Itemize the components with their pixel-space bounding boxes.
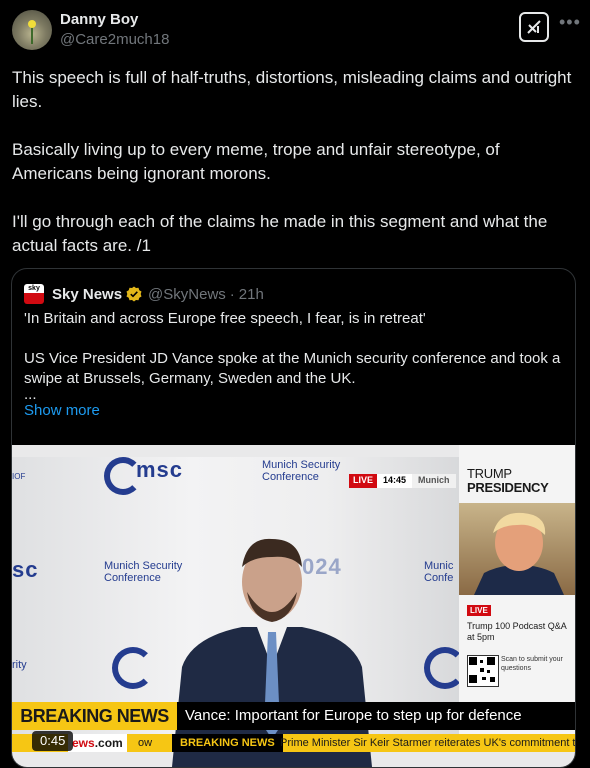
live-time: 14:45 xyxy=(377,474,413,488)
msc-subtitle-right: Munic Confe xyxy=(424,560,454,584)
panel-title-line-2: PRESIDENCY xyxy=(467,480,549,495)
video-duration: 0:45 xyxy=(32,731,74,751)
live-location: Munich xyxy=(412,474,456,488)
trump-presidency-panel: TRUMP PRESIDENCY LIVE Trump 100 Podcast … xyxy=(459,445,575,745)
quoted-separator: · xyxy=(229,285,235,303)
quoted-ellipsis: ... xyxy=(24,386,37,403)
breaking-news-bar: BREAKING NEWS Vance: Important for Europ… xyxy=(12,702,575,730)
avatar[interactable] xyxy=(12,10,52,50)
ticker-sky-text: .com xyxy=(94,736,123,750)
breaking-news-label: BREAKING NEWS xyxy=(12,702,177,730)
flower-icon xyxy=(28,20,36,28)
quoted-handle[interactable]: @SkyNews xyxy=(148,286,226,303)
trump-portrait-figure xyxy=(474,512,564,595)
panel-text: Trump 100 Podcast Q&A at 5pm xyxy=(467,621,567,642)
side-fragment-1: IOF xyxy=(12,472,26,481)
breaking-news-headline: Vance: Important for Europe to step up f… xyxy=(185,707,522,724)
tweet-paragraph-2: Basically living up to every meme, trope… xyxy=(12,140,500,183)
sky-news-logo[interactable]: sky xyxy=(24,284,44,304)
qr-pattern xyxy=(469,657,495,683)
tweet-paragraph-3: I'll go through each of the claims he ma… xyxy=(12,212,548,255)
author-name[interactable]: Danny Boy xyxy=(60,11,138,28)
ticker-now: ow xyxy=(138,737,153,749)
ticker-text: Prime Minister Sir Keir Starmer reiterat… xyxy=(280,737,576,749)
quoted-tweet[interactable]: sky Sky News @SkyNews · 21h 'In Britain … xyxy=(11,268,576,768)
grok-glyph xyxy=(527,20,541,34)
msc-ring-bottom-left xyxy=(112,647,154,689)
side-fragment-3: rity xyxy=(12,659,27,671)
tweet-text: This speech is full of half-truths, dist… xyxy=(12,66,578,282)
panel-title: TRUMP PRESIDENCY xyxy=(467,467,549,495)
grok-icon[interactable] xyxy=(519,12,549,42)
ticker-sky-red: ews xyxy=(72,736,95,750)
trump-portrait xyxy=(459,503,575,595)
live-label: LIVE xyxy=(349,474,378,488)
show-more-link[interactable]: Show more xyxy=(24,401,564,421)
ticker-breaking-label: BREAKING NEWS xyxy=(172,734,283,752)
verified-badge-icon xyxy=(126,286,142,302)
quoted-paragraph-2: US Vice President JD Vance spoke at the … xyxy=(24,350,561,387)
ticker-sky-logo: ews.com xyxy=(68,734,127,752)
tweet-header: Danny Boy @Care2much18 ••• xyxy=(12,8,581,52)
video-player[interactable]: msc Munich Security Conference IOF sc ri… xyxy=(12,445,576,767)
sky-logo-text: sky xyxy=(28,285,40,292)
panel-title-line-1: TRUMP xyxy=(467,466,512,481)
quoted-time[interactable]: 21h xyxy=(239,286,264,303)
quoted-paragraph-1: 'In Britain and across Europe free speec… xyxy=(24,310,426,327)
panel-live-label: LIVE xyxy=(467,605,491,616)
tweet-paragraph-1: This speech is full of half-truths, dist… xyxy=(12,68,572,111)
quoted-text: 'In Britain and across Europe free speec… xyxy=(24,309,564,421)
video-frame: msc Munich Security Conference IOF sc ri… xyxy=(12,457,466,767)
quoted-header: sky Sky News @SkyNews · 21h xyxy=(24,283,264,305)
author-handle[interactable]: @Care2much18 xyxy=(60,31,169,48)
more-options-icon[interactable]: ••• xyxy=(559,12,581,33)
news-ticker: ews.com ow BREAKING NEWS Prime Minister … xyxy=(12,734,576,752)
side-fragment-2: sc xyxy=(12,557,39,582)
msc-logo-top: msc xyxy=(136,457,184,482)
live-indicator: LIVE 14:45 Munich xyxy=(349,474,456,488)
msc-subtitle-top: Munich Security Conference xyxy=(262,459,341,483)
quoted-author-name[interactable]: Sky News xyxy=(52,286,122,303)
speaker-figure xyxy=(172,538,372,767)
qr-code-icon xyxy=(467,655,499,687)
panel-scan-text: Scan to submit your questions xyxy=(501,656,563,672)
